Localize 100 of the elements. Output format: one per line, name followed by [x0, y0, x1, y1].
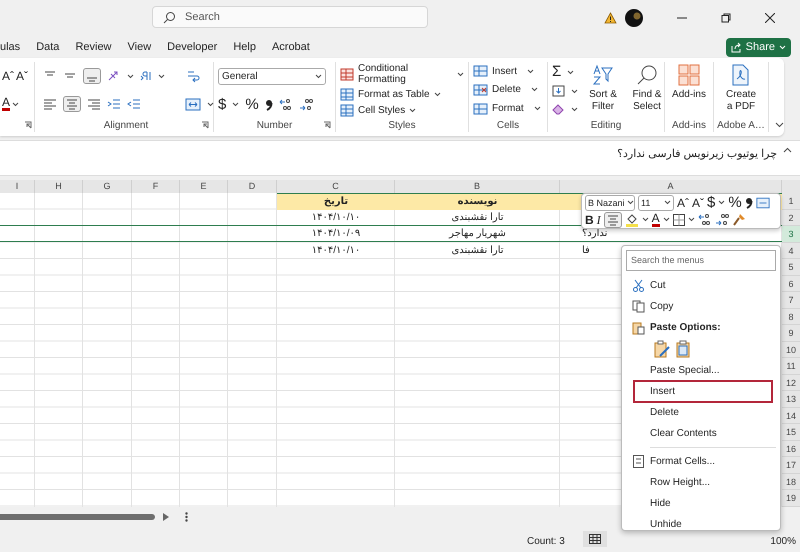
grow-font-button[interactable]: Aˆ — [2, 69, 14, 83]
row-header[interactable]: 10 — [782, 342, 800, 358]
row-header[interactable]: 1 — [782, 193, 800, 210]
menu-tab[interactable]: View — [128, 39, 152, 55]
column-header[interactable]: E — [180, 180, 228, 193]
menu-item[interactable]: Format Cells... — [626, 451, 776, 472]
row-header[interactable]: 6 — [782, 276, 800, 292]
column-header[interactable]: F — [132, 180, 180, 193]
menu-tab[interactable]: Review — [75, 39, 112, 55]
dialog-launcher-icon[interactable] — [201, 121, 209, 129]
normal-view-button[interactable] — [582, 530, 607, 546]
align-right-icon[interactable] — [87, 98, 101, 110]
row-header[interactable]: 15 — [782, 424, 800, 440]
align-left-icon[interactable] — [43, 98, 57, 110]
autosum-button[interactable]: Σ — [552, 65, 562, 79]
paragraph-icon[interactable] — [140, 70, 152, 82]
dialog-launcher-icon[interactable] — [24, 121, 32, 129]
zoom-level[interactable]: 100% — [770, 536, 800, 546]
bold-button[interactable]: B — [585, 212, 594, 226]
column-header[interactable]: B — [395, 180, 560, 193]
grow-font-button[interactable]: Aˆ — [677, 196, 689, 210]
avatar-icon[interactable] — [625, 9, 643, 27]
row-header[interactable]: 16 — [782, 440, 800, 457]
menu-search-field[interactable]: Search the menus — [626, 250, 776, 271]
menu-item[interactable]: Delete — [626, 402, 776, 423]
menu-tab[interactable]: Developer — [167, 39, 218, 55]
dialog-launcher-icon[interactable] — [323, 121, 331, 129]
format-painter-icon[interactable] — [732, 212, 746, 226]
share-button[interactable]: Share — [726, 38, 791, 56]
eraser-icon[interactable] — [552, 103, 565, 115]
row-header[interactable]: 19 — [782, 490, 800, 506]
decrease-decimal-icon[interactable] — [298, 98, 313, 112]
percent-button[interactable]: % — [245, 98, 259, 112]
increase-decimal-icon[interactable] — [278, 98, 293, 112]
number-format-dropdown[interactable]: General — [218, 68, 326, 86]
row-header[interactable]: 7 — [782, 292, 800, 308]
restore-icon[interactable] — [721, 13, 731, 23]
font-dropdown[interactable]: B Nazani — [585, 194, 635, 210]
italic-button[interactable]: I — [596, 212, 601, 226]
font-color-button[interactable]: A — [652, 212, 660, 226]
search-field[interactable]: Search — [152, 6, 428, 28]
row-header[interactable]: 12 — [782, 374, 800, 391]
row-header[interactable]: 2 — [782, 210, 800, 226]
merge-cells-icon[interactable] — [185, 98, 201, 112]
menu-item[interactable]: Insert — [634, 381, 772, 402]
row-header[interactable]: 4 — [782, 242, 800, 259]
indent-icon[interactable] — [107, 98, 121, 110]
more-icon[interactable] — [185, 512, 188, 522]
styles-button[interactable]: Format as Table — [340, 88, 441, 101]
menu-tab[interactable]: Acrobat — [272, 39, 310, 55]
shrink-font-button[interactable]: Aˇ — [692, 196, 704, 210]
sort-filter-button[interactable]: Sort & Filter — [584, 62, 622, 118]
font-size-dropdown[interactable]: 11 — [638, 194, 674, 210]
scroll-right-icon[interactable] — [163, 512, 169, 520]
cells-button[interactable]: Insert — [473, 65, 534, 78]
borders-icon[interactable] — [672, 214, 685, 226]
percent-button[interactable]: % — [728, 196, 742, 210]
currency-button[interactable]: $ — [707, 196, 716, 210]
paste-formatting-icon[interactable] — [654, 340, 670, 358]
close-icon[interactable] — [765, 13, 775, 23]
row-header[interactable]: 17 — [782, 457, 800, 474]
row-header[interactable]: 13 — [782, 391, 800, 408]
menu-item[interactable]: Unhide — [626, 514, 776, 535]
warning-icon[interactable] — [604, 12, 617, 24]
menu-item[interactable]: Paste Special... — [626, 360, 776, 381]
column-header[interactable]: I — [0, 180, 35, 193]
row-header[interactable]: 9 — [782, 325, 800, 342]
font-color-button[interactable]: A — [2, 97, 10, 111]
row-header[interactable]: 3 — [782, 226, 800, 242]
scrollbar-thumb[interactable] — [0, 514, 155, 520]
cells-button[interactable]: Format — [473, 102, 541, 115]
styles-button[interactable]: Conditional Formatting — [340, 63, 464, 86]
comma-style-icon[interactable] — [264, 98, 273, 111]
row-header[interactable]: 11 — [782, 358, 800, 374]
menu-item[interactable]: Clear Contents — [626, 423, 776, 444]
column-header[interactable]: C — [277, 180, 395, 193]
align-center-icon[interactable] — [65, 98, 79, 110]
add-ins-button[interactable]: Add-ins — [670, 62, 708, 118]
comma-style-icon[interactable] — [744, 196, 753, 208]
row-header[interactable]: 8 — [782, 308, 800, 325]
column-header[interactable]: A — [560, 180, 782, 193]
menu-item[interactable]: Cut — [626, 275, 776, 296]
formula-text[interactable]: چرا یوتیوب زیرنویس فارسی ندارد؟ — [617, 147, 777, 160]
row-header[interactable]: 14 — [782, 408, 800, 424]
row-header[interactable]: 18 — [782, 474, 800, 490]
menu-tab[interactable]: ulas — [0, 39, 20, 55]
column-header[interactable]: D — [228, 180, 277, 193]
cells-button[interactable]: Delete — [473, 84, 538, 96]
menu-item[interactable]: Copy — [626, 296, 776, 317]
create-pdf-button[interactable]: Create a PDF — [724, 62, 758, 118]
decrease-decimal-icon[interactable] — [714, 212, 729, 226]
fill-down-icon[interactable] — [552, 85, 565, 97]
fill-color-icon[interactable] — [624, 212, 639, 226]
find-select-button[interactable]: Find & Select — [628, 62, 666, 118]
column-header[interactable]: H — [35, 180, 83, 193]
menu-tab[interactable]: Data — [36, 39, 60, 55]
outdent-icon[interactable] — [127, 98, 141, 110]
wrap-text-icon[interactable] — [185, 68, 201, 85]
menu-tab[interactable]: Help — [233, 39, 256, 55]
increase-decimal-icon[interactable] — [698, 212, 712, 226]
